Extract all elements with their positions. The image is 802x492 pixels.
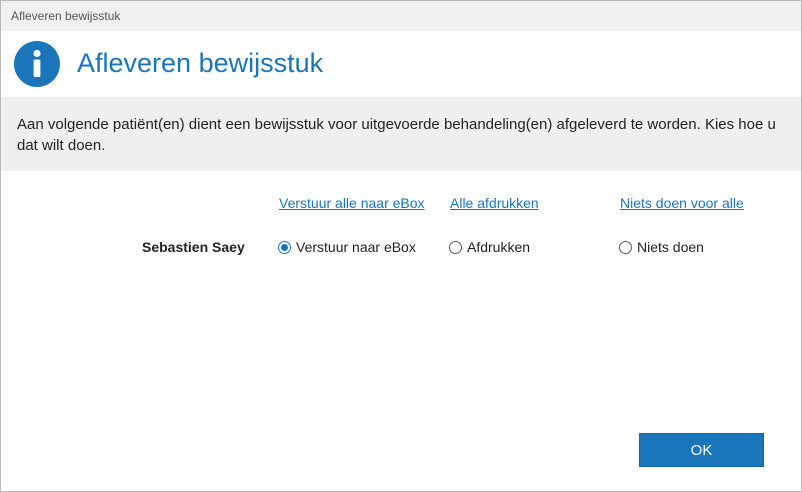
- radio-checked-icon[interactable]: [278, 240, 291, 254]
- do-nothing-all-link[interactable]: Niets doen voor alle: [620, 195, 744, 211]
- dialog-header: Afleveren bewijsstuk: [1, 31, 801, 97]
- radio-do-nothing[interactable]: Niets doen: [619, 239, 704, 255]
- radio-print[interactable]: Afdrukken: [449, 239, 530, 255]
- window-title: Afleveren bewijsstuk: [11, 9, 121, 23]
- ok-button[interactable]: OK: [639, 433, 764, 467]
- dialog-window: Afleveren bewijsstuk Afleveren bewijsstu…: [0, 0, 802, 492]
- instruction-text: Aan volgende patiënt(en) dient een bewij…: [17, 116, 776, 154]
- info-icon: [14, 41, 60, 87]
- radio-unchecked-icon[interactable]: [619, 240, 632, 254]
- radio-send-ebox[interactable]: Verstuur naar eBox: [278, 239, 416, 255]
- radio-do-nothing-label[interactable]: Niets doen: [637, 239, 704, 255]
- dialog-heading: Afleveren bewijsstuk: [77, 48, 324, 78]
- message-band: Aan volgende patiënt(en) dient een bewij…: [1, 97, 801, 171]
- print-all-link[interactable]: Alle afdrukken: [450, 195, 539, 211]
- radio-unchecked-icon[interactable]: [449, 240, 462, 254]
- title-bar[interactable]: Afleveren bewijsstuk: [1, 1, 801, 31]
- radio-print-label[interactable]: Afdrukken: [467, 239, 530, 255]
- radio-send-ebox-label[interactable]: Verstuur naar eBox: [296, 239, 416, 255]
- send-all-ebox-link[interactable]: Verstuur alle naar eBox: [279, 195, 425, 211]
- patient-name: Sebastien Saey: [142, 239, 245, 255]
